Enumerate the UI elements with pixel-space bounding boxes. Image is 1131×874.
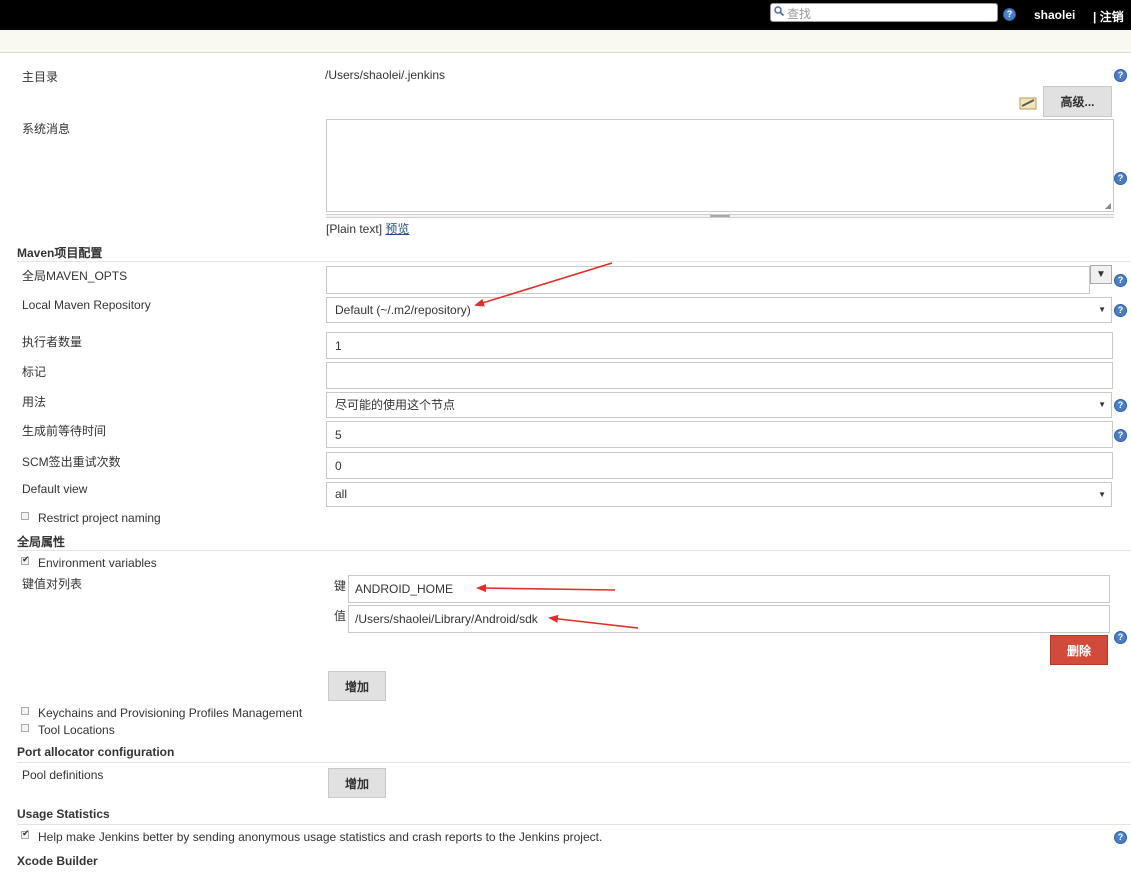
usage-stats-label: Help make Jenkins better by sending anon… bbox=[38, 830, 603, 844]
format-label: [Plain text] bbox=[326, 222, 383, 236]
usage-select[interactable]: 尽可能的使用这个节点 ▼ bbox=[326, 392, 1112, 418]
section-title-global-props: 全局属性 bbox=[17, 535, 66, 549]
env-value-input[interactable]: /Users/shaolei/Library/Android/sdk bbox=[348, 605, 1110, 633]
env-vars-label: Environment variables bbox=[38, 556, 157, 570]
section-title-usage-stats: Usage Statistics bbox=[17, 807, 110, 821]
usage-label: 用法 bbox=[22, 395, 47, 409]
dropdown-arrow-icon: ▼ bbox=[1098, 305, 1106, 314]
add-pool-button[interactable]: 增加 bbox=[328, 768, 386, 798]
add-env-var-button[interactable]: 增加 bbox=[328, 671, 386, 701]
selected-value: Default (~/.m2/repository) bbox=[335, 303, 471, 317]
dropdown-arrow-icon: ▼ bbox=[1098, 490, 1106, 499]
logout-link[interactable]: | 注销 bbox=[1093, 8, 1124, 25]
default-view-select[interactable]: all ▼ bbox=[326, 482, 1112, 507]
env-vars-checkbox[interactable] bbox=[21, 554, 30, 565]
expand-textarea-button[interactable]: ▼ bbox=[1090, 265, 1112, 284]
scm-retry-input[interactable]: 0 bbox=[326, 452, 1113, 479]
kv-list-label: 键值对列表 bbox=[22, 577, 83, 591]
divider bbox=[17, 261, 1131, 262]
preview-link[interactable]: 预览 bbox=[385, 222, 409, 236]
labels-input[interactable] bbox=[326, 362, 1113, 389]
notepad-icon bbox=[1019, 97, 1037, 110]
system-message-label: 系统消息 bbox=[22, 122, 71, 136]
env-key-input[interactable]: ANDROID_HOME bbox=[348, 575, 1110, 603]
help-icon[interactable]: ? bbox=[1003, 8, 1016, 21]
home-label: 主目录 bbox=[22, 70, 59, 84]
search-input[interactable]: 查找 bbox=[770, 3, 998, 22]
help-icon[interactable]: ? bbox=[1114, 69, 1127, 82]
username-link[interactable]: shaolei bbox=[1034, 8, 1075, 22]
advanced-button[interactable]: 高级... bbox=[1043, 86, 1112, 117]
restrict-naming-label: Restrict project naming bbox=[38, 511, 161, 525]
section-title-xcode: Xcode Builder bbox=[17, 854, 98, 868]
usage-stats-checkbox[interactable] bbox=[21, 828, 30, 839]
resize-grip-icon[interactable]: ◢ bbox=[1105, 201, 1111, 210]
help-icon[interactable]: ? bbox=[1114, 399, 1127, 412]
help-icon[interactable]: ? bbox=[1114, 304, 1127, 317]
system-message-textarea[interactable]: ◢ bbox=[326, 119, 1114, 212]
maven-opts-input[interactable] bbox=[326, 266, 1090, 294]
executors-input[interactable]: 1 bbox=[326, 332, 1113, 359]
help-icon[interactable]: ? bbox=[1114, 274, 1127, 287]
divider bbox=[17, 762, 1131, 763]
triangle-down-icon: ▼ bbox=[1096, 269, 1106, 280]
search-placeholder: 查找 bbox=[787, 7, 812, 21]
keychains-checkbox[interactable] bbox=[21, 707, 29, 715]
key-label: 键 bbox=[334, 579, 347, 593]
labels-label: 标记 bbox=[22, 365, 47, 379]
divider bbox=[17, 550, 1131, 551]
local-maven-repo-select[interactable]: Default (~/.m2/repository) ▼ bbox=[326, 297, 1112, 323]
tool-locations-checkbox[interactable] bbox=[21, 724, 29, 732]
quiet-period-label: 生成前等待时间 bbox=[22, 424, 107, 438]
scm-retry-label: SCM签出重试次数 bbox=[22, 455, 121, 469]
selected-value: 尽可能的使用这个节点 bbox=[335, 398, 456, 412]
textarea-resize-handle[interactable] bbox=[326, 214, 1114, 218]
selected-value: all bbox=[335, 487, 348, 501]
keychains-label: Keychains and Provisioning Profiles Mana… bbox=[38, 706, 303, 720]
delete-button[interactable]: 删除 bbox=[1050, 635, 1108, 665]
quiet-period-input[interactable]: 5 bbox=[326, 421, 1113, 448]
help-icon[interactable]: ? bbox=[1114, 429, 1127, 442]
dropdown-arrow-icon: ▼ bbox=[1098, 400, 1106, 409]
home-path: /Users/shaolei/.jenkins bbox=[325, 68, 446, 82]
help-icon[interactable]: ? bbox=[1114, 631, 1127, 644]
restrict-naming-checkbox[interactable] bbox=[21, 512, 29, 520]
breadcrumb-bar bbox=[0, 30, 1131, 53]
section-title-maven: Maven项目配置 bbox=[17, 246, 103, 260]
pool-definitions-label: Pool definitions bbox=[22, 768, 104, 782]
tool-locations-label: Tool Locations bbox=[38, 723, 115, 737]
executors-label: 执行者数量 bbox=[22, 335, 83, 349]
local-maven-repo-label: Local Maven Repository bbox=[22, 298, 151, 312]
search-icon bbox=[774, 6, 784, 16]
maven-opts-label: 全局MAVEN_OPTS bbox=[22, 269, 128, 283]
value-label: 值 bbox=[334, 609, 347, 623]
default-view-label: Default view bbox=[22, 482, 88, 496]
help-icon[interactable]: ? bbox=[1114, 831, 1127, 844]
divider bbox=[17, 824, 1131, 825]
section-title-port-allocator: Port allocator configuration bbox=[17, 745, 175, 759]
help-icon[interactable]: ? bbox=[1114, 172, 1127, 185]
